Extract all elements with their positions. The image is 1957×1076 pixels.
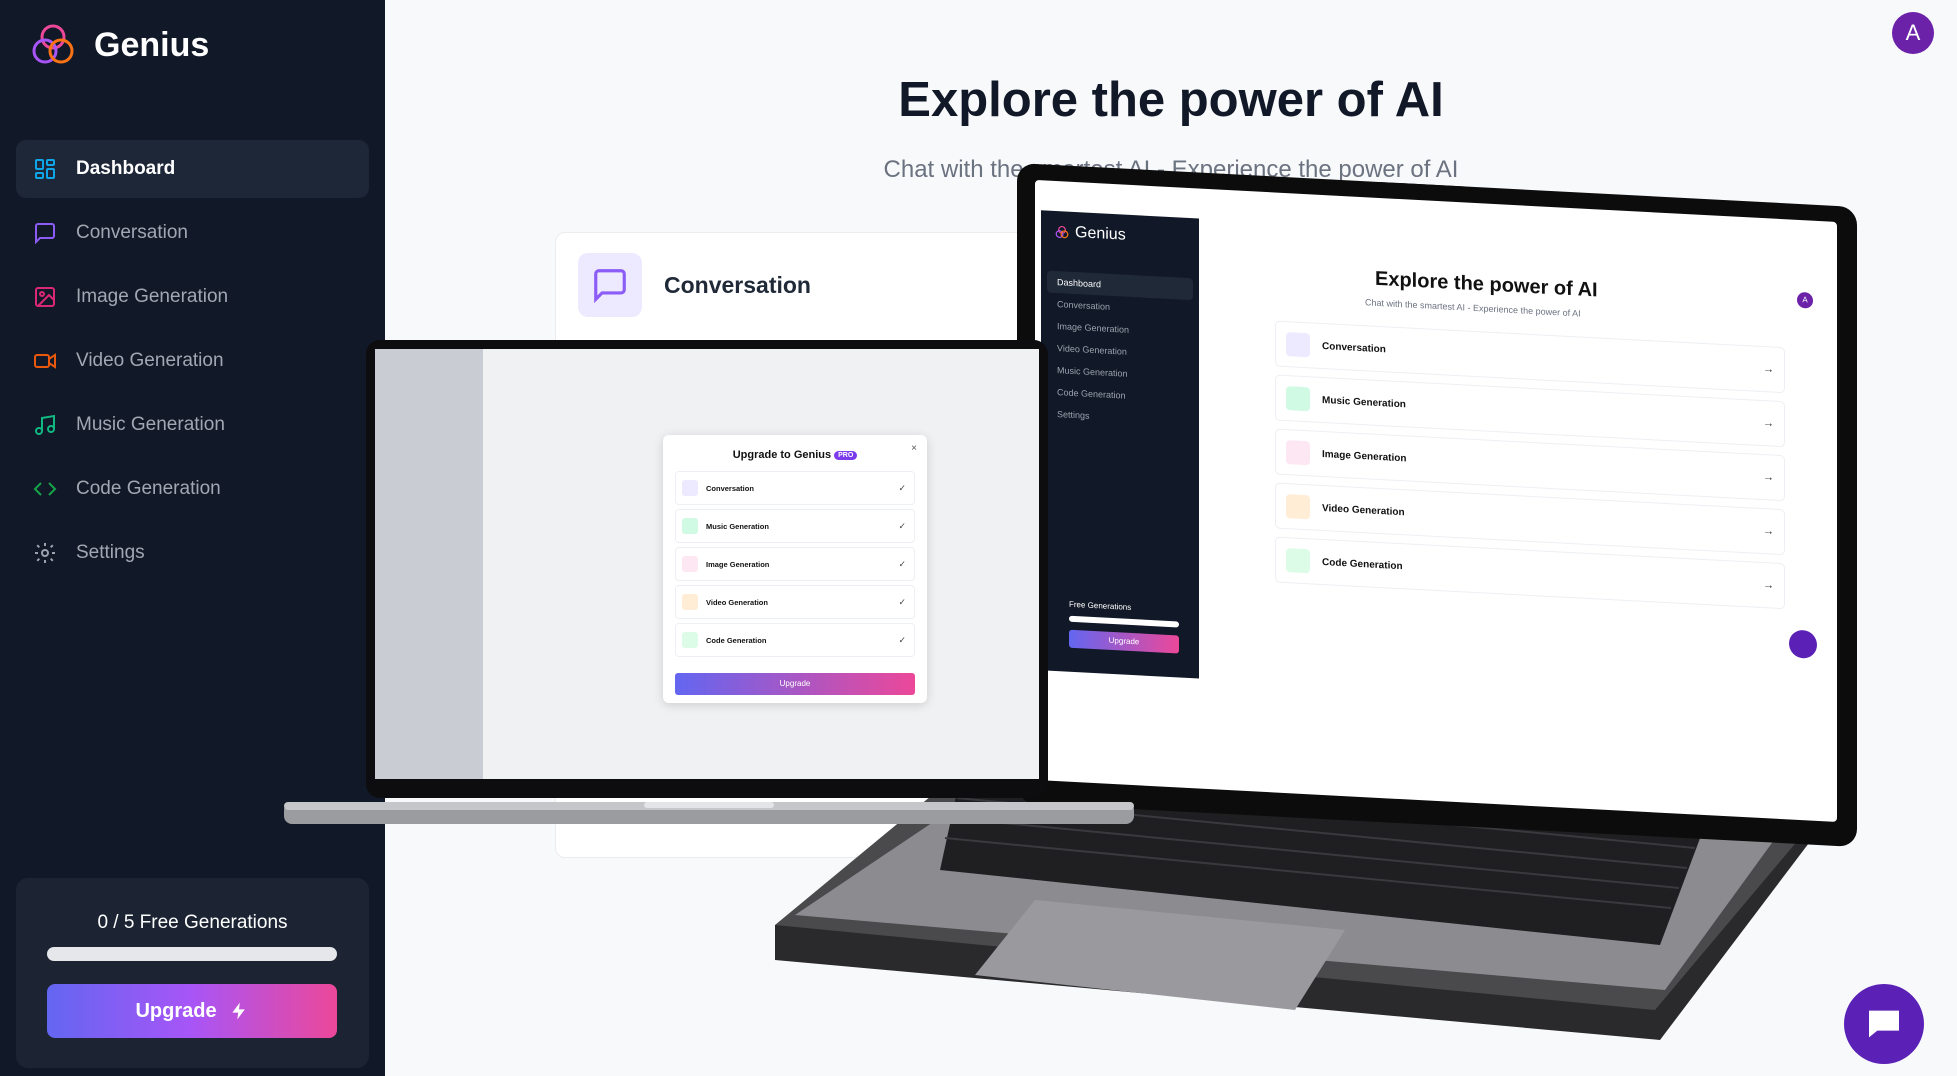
message-square-icon xyxy=(32,220,58,246)
sidebar-item-label: Dashboard xyxy=(76,158,176,179)
mockup-row-label: Conversation xyxy=(1322,340,1386,355)
page-title: Explore the power of AI xyxy=(898,73,1444,127)
arrow-right-icon: → xyxy=(1763,417,1774,430)
brand-name: Genius xyxy=(94,25,210,64)
modal-title: Upgrade to Genius PRO xyxy=(663,449,927,461)
sidebar-item-conversation[interactable]: Conversation xyxy=(16,204,369,262)
arrow-right-icon: → xyxy=(1763,471,1774,484)
free-generations-progress xyxy=(47,947,337,961)
sidebar-item-image-generation[interactable]: Image Generation xyxy=(16,268,369,326)
sidebar-item-label: Settings xyxy=(76,542,145,563)
close-icon: × xyxy=(911,443,917,454)
music-icon xyxy=(682,518,698,534)
upgrade-button[interactable]: Upgrade xyxy=(47,984,337,1038)
message-square-icon xyxy=(578,253,642,317)
check-icon: ✓ xyxy=(898,482,906,493)
upgrade-modal: Upgrade to Genius PRO × Conversation ✓ Mus… xyxy=(663,435,927,703)
modal-tool-row: Image Generation ✓ xyxy=(675,547,915,581)
laptop-screen-large: Genius Dashboard Conversation Image Gene… xyxy=(1017,163,1857,848)
image-icon xyxy=(32,284,58,310)
mockup-avatar: A xyxy=(1797,291,1813,309)
genius-logo-icon xyxy=(1055,225,1069,239)
modal-row-label: Music Generation xyxy=(706,521,769,531)
modal-row-label: Image Generation xyxy=(706,559,770,569)
user-avatar[interactable]: A xyxy=(1892,12,1934,54)
brand[interactable]: Genius xyxy=(30,22,209,68)
modal-row-label: Video Generation xyxy=(706,597,768,607)
sidebar-item-label: Video Generation xyxy=(76,350,224,371)
mockup-chat-bubble-icon xyxy=(1789,629,1817,659)
sidebar-item-label: Image Generation xyxy=(76,286,229,307)
check-icon: ✓ xyxy=(898,520,906,531)
check-icon: ✓ xyxy=(898,558,906,569)
video-icon xyxy=(682,594,698,610)
modal-row-label: Code Generation xyxy=(706,635,767,645)
modal-tool-list: Conversation ✓ Music Generation ✓ Image Ge… xyxy=(675,471,915,661)
sidebar-item-label: Code Generation xyxy=(76,478,221,499)
modal-tool-row: Video Generation ✓ xyxy=(675,585,915,619)
mockup-subtitle: Chat with the smartest AI - Experience t… xyxy=(1365,297,1581,319)
zap-icon xyxy=(231,1002,245,1020)
mockup-row-label: Image Generation xyxy=(1322,448,1407,464)
music-icon xyxy=(32,412,58,438)
mockup-title: Explore the power of AI xyxy=(1375,267,1598,302)
modal-tool-row: Music Generation ✓ xyxy=(675,509,915,543)
arrow-right-icon: → xyxy=(1763,363,1774,376)
video-icon xyxy=(32,348,58,374)
chat-support-button[interactable] xyxy=(1844,984,1924,1064)
settings-icon xyxy=(32,540,58,566)
layout-dashboard-icon xyxy=(32,156,58,182)
message-square-icon xyxy=(1286,332,1310,358)
mockup-row-label: Video Generation xyxy=(1322,502,1405,518)
mockup-tool-list: Conversation → Music Generation → Image Ge… xyxy=(1275,320,1785,618)
code-icon xyxy=(32,476,58,502)
modal-tool-row: Conversation ✓ xyxy=(675,471,915,505)
check-icon: ✓ xyxy=(898,596,906,607)
pro-badge: PRO xyxy=(834,450,858,460)
mockup-row-label: Music Generation xyxy=(1322,394,1406,410)
free-generations-card: 0 / 5 Free Generations Upgrade xyxy=(16,878,369,1068)
modal-upgrade-button: Upgrade xyxy=(675,673,915,695)
sidebar-item-label: Music Generation xyxy=(76,414,225,435)
mockup-sidebar-dimmed xyxy=(375,349,483,779)
modal-tool-row: Code Generation ✓ xyxy=(675,623,915,657)
message-square-icon xyxy=(682,480,698,496)
image-icon xyxy=(1286,440,1310,466)
video-icon xyxy=(1286,494,1310,520)
chat-bubble-icon xyxy=(1869,1010,1899,1038)
check-icon: ✓ xyxy=(898,634,906,645)
modal-title-text: Upgrade to Genius xyxy=(732,449,832,461)
mockup-brand-name: Genius xyxy=(1075,224,1126,244)
sidebar-item-label: Conversation xyxy=(76,222,188,243)
arrow-right-icon: → xyxy=(1763,525,1774,538)
laptop-display-large: Genius Dashboard Conversation Image Gene… xyxy=(1035,179,1837,822)
sidebar-item-dashboard[interactable]: Dashboard xyxy=(16,140,369,198)
arrow-right-icon: → xyxy=(1763,579,1774,592)
mockup-brand: Genius xyxy=(1055,223,1126,245)
laptop-screen-small: Upgrade to Genius PRO × Conversation ✓ Mus… xyxy=(366,340,1048,798)
genius-logo-icon xyxy=(32,24,74,64)
laptop-base-small xyxy=(284,802,1134,824)
mockup-row-label: Code Generation xyxy=(1322,556,1403,572)
upgrade-label: Upgrade xyxy=(135,999,217,1022)
music-icon xyxy=(1286,386,1310,412)
modal-row-label: Conversation xyxy=(706,483,754,493)
code-icon xyxy=(1286,548,1310,574)
laptop-mockup-small: Upgrade to Genius PRO × Conversation ✓ Mus… xyxy=(284,340,1134,830)
code-icon xyxy=(682,632,698,648)
laptop-display-small: Upgrade to Genius PRO × Conversation ✓ Mus… xyxy=(375,349,1039,779)
image-icon xyxy=(682,556,698,572)
free-generations-counter: 0 / 5 Free Generations xyxy=(97,912,288,933)
